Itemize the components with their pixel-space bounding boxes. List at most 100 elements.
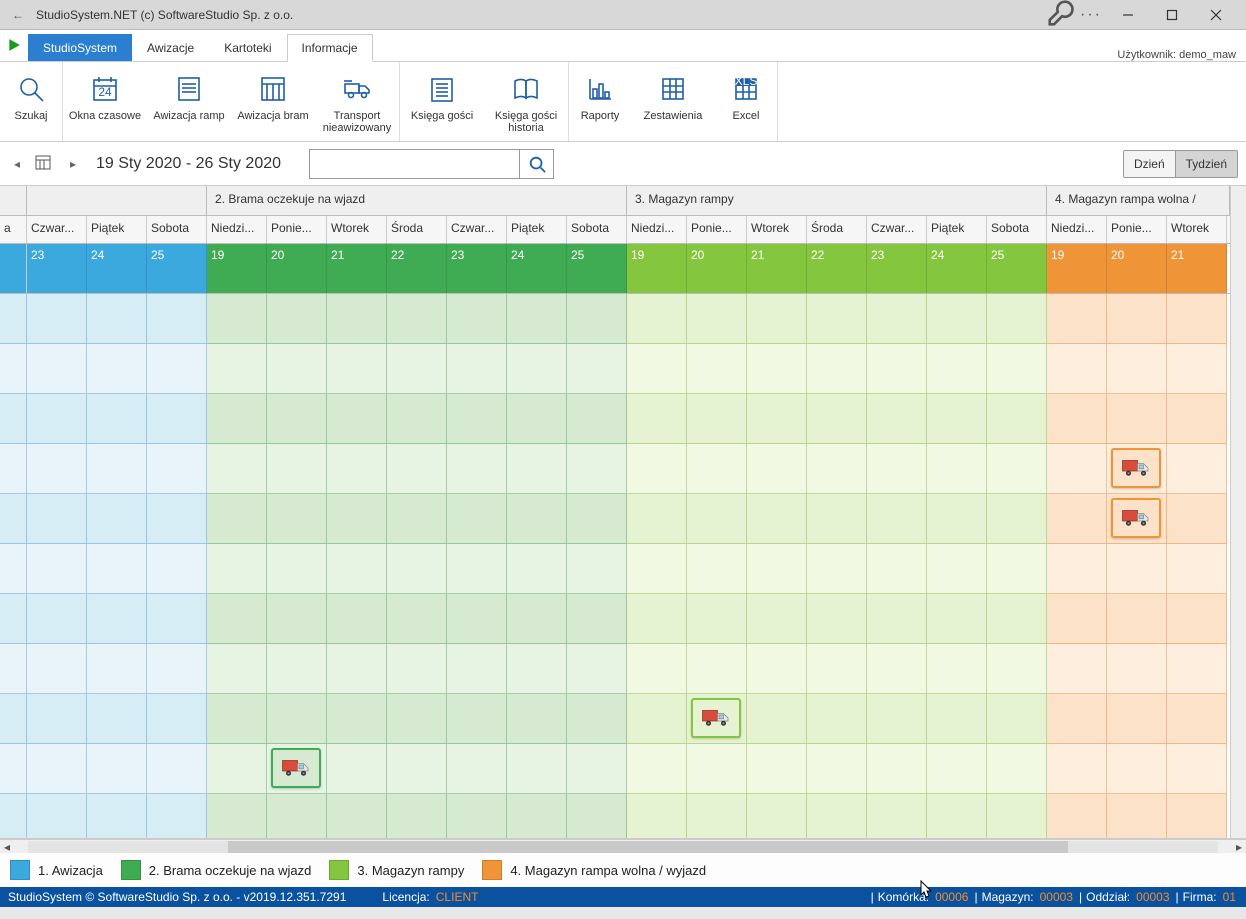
grid-cell[interactable] [927,744,987,794]
grid-cell[interactable] [627,794,687,839]
grid-cell[interactable] [207,394,267,444]
grid-cell[interactable] [147,544,207,594]
prev-button[interactable]: ◂ [8,149,26,179]
grid-cell[interactable] [327,794,387,839]
grid-cell[interactable] [207,544,267,594]
grid-cell[interactable] [387,744,447,794]
back-button[interactable]: ← [8,8,28,22]
grid-cell[interactable] [507,594,567,644]
grid-cell[interactable] [807,744,867,794]
grid-cell[interactable] [687,394,747,444]
grid-cell[interactable] [1167,494,1227,544]
grid-cell[interactable] [1047,594,1107,644]
grid-cell[interactable] [867,494,927,544]
grid-cell[interactable] [147,444,207,494]
grid-cell[interactable] [27,444,87,494]
grid-cell[interactable] [87,794,147,839]
grid-cell[interactable] [447,444,507,494]
grid-cell[interactable] [87,494,147,544]
grid-cell[interactable] [1167,544,1227,594]
grid-cell[interactable] [327,644,387,694]
grid-cell[interactable] [927,494,987,544]
grid-cell[interactable] [867,394,927,444]
grid-cell[interactable] [987,294,1047,344]
grid-cell[interactable] [747,394,807,444]
grid-cell[interactable] [747,544,807,594]
grid-cell[interactable] [87,694,147,744]
grid-cell[interactable] [327,544,387,594]
grid-cell[interactable] [507,394,567,444]
grid-cell[interactable] [387,494,447,544]
ksiega-gosci-button[interactable]: Księga gości [400,66,484,137]
grid-cell[interactable] [27,494,87,544]
grid-cell[interactable] [327,594,387,644]
grid-cell[interactable] [327,694,387,744]
grid-cell[interactable] [807,444,867,494]
grid-cell[interactable] [447,544,507,594]
grid-cell[interactable] [927,644,987,694]
grid-cell[interactable] [1167,744,1227,794]
excel-button[interactable]: XLS Excel [715,66,777,137]
grid-cell[interactable] [807,594,867,644]
grid-cell[interactable] [387,594,447,644]
grid-cell[interactable] [507,744,567,794]
grid-cell[interactable] [1047,644,1107,694]
grid-cell[interactable] [867,744,927,794]
grid-cell[interactable] [1167,444,1227,494]
grid-cell[interactable] [747,494,807,544]
grid-cell[interactable] [927,694,987,744]
grid-body[interactable] [0,294,1246,839]
grid-cell[interactable] [267,644,327,694]
grid-cell[interactable] [987,794,1047,839]
grid-cell[interactable] [567,794,627,839]
grid-cell[interactable] [927,294,987,344]
grid-cell[interactable] [447,394,507,444]
grid-cell[interactable] [747,694,807,744]
grid-cell[interactable] [567,344,627,394]
grid-cell[interactable] [147,394,207,444]
grid-cell[interactable] [567,644,627,694]
grid-cell[interactable] [627,744,687,794]
grid-cell[interactable] [387,644,447,694]
grid-cell[interactable] [1107,694,1167,744]
grid-cell[interactable] [267,594,327,644]
grid-cell[interactable] [387,394,447,444]
grid-cell[interactable] [507,294,567,344]
grid-cell[interactable] [327,744,387,794]
grid-cell[interactable] [687,644,747,694]
grid-cell[interactable] [27,294,87,344]
truck-event-chip[interactable] [1111,498,1161,538]
grid-cell[interactable] [507,644,567,694]
grid-cell[interactable] [27,794,87,839]
grid-cell[interactable] [27,644,87,694]
grid-cell[interactable] [447,744,507,794]
grid-cell[interactable] [687,544,747,594]
grid-cell[interactable] [267,394,327,444]
grid-cell[interactable] [1107,494,1167,544]
grid-cell[interactable] [747,444,807,494]
grid-cell[interactable] [1047,294,1107,344]
scroll-right-arrow[interactable]: ▸ [1232,840,1246,854]
grid-cell[interactable] [87,544,147,594]
grid-cell[interactable] [87,294,147,344]
grid-cell[interactable] [27,394,87,444]
grid-cell[interactable] [207,444,267,494]
grid-cell[interactable] [807,644,867,694]
grid-cell[interactable] [447,694,507,744]
grid-cell[interactable] [687,494,747,544]
grid-cell[interactable] [987,344,1047,394]
grid-cell[interactable] [507,544,567,594]
grid-cell[interactable] [87,394,147,444]
grid-cell[interactable] [567,394,627,444]
grid-cell[interactable] [87,444,147,494]
grid-cell[interactable] [147,494,207,544]
grid-cell[interactable] [687,444,747,494]
grid-cell[interactable] [147,694,207,744]
grid-cell[interactable] [327,394,387,444]
grid-cell[interactable] [1047,544,1107,594]
grid-cell[interactable] [267,694,327,744]
grid-cell[interactable] [987,494,1047,544]
awizacja-ramp-button[interactable]: Awizacja ramp [147,66,231,137]
grid-cell[interactable] [747,294,807,344]
okna-czasowe-button[interactable]: 24 Okna czasowe [63,66,147,137]
